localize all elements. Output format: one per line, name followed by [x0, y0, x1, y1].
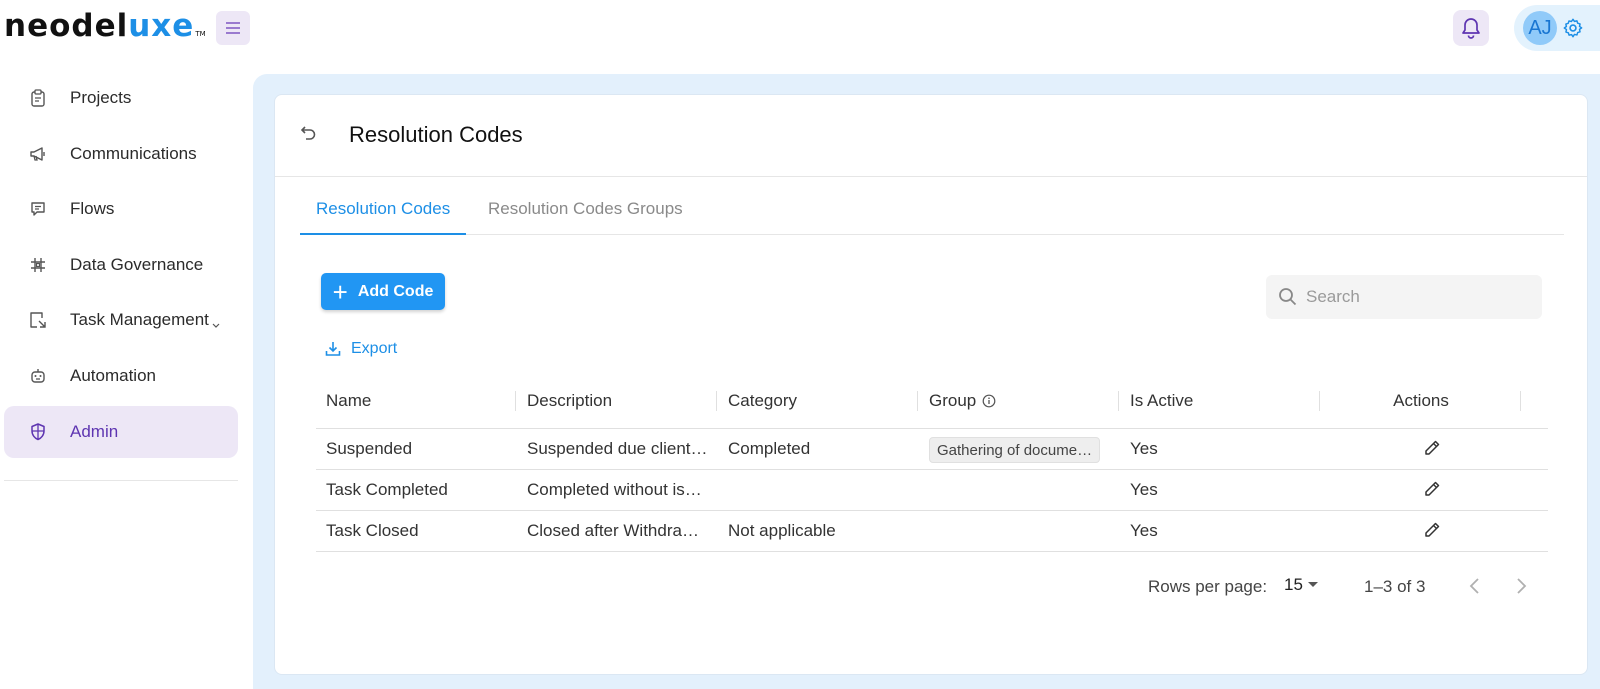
logo-text: neodel: [4, 8, 129, 44]
avatar[interactable]: AJ: [1523, 11, 1557, 45]
edit-icon[interactable]: [1423, 480, 1443, 500]
pagination: Rows per page: 15 1–3 of 3: [275, 573, 1587, 603]
search-icon: [1279, 288, 1297, 306]
chat-icon: [28, 199, 48, 219]
plus-icon: +: [332, 276, 348, 307]
chevron-right-icon: [1517, 578, 1527, 594]
caret-down-icon: [1307, 582, 1318, 587]
megaphone-icon: [28, 144, 48, 164]
sidebar-item-label: Projects: [70, 88, 132, 107]
column-header-is-active[interactable]: Is Active: [1120, 373, 1320, 429]
sidebar-item-task-management[interactable]: Task Management: [4, 294, 238, 346]
cell-name: Suspended: [326, 439, 413, 458]
cell-name: Task Closed: [326, 521, 419, 540]
gear-icon[interactable]: [1562, 17, 1584, 39]
rows-per-page-label: Rows per page:: [1148, 577, 1268, 596]
robot-icon: [28, 366, 48, 386]
resolution-codes-table: Name Description Category Group Is Activ…: [316, 373, 1548, 552]
column-header-description[interactable]: Description: [517, 373, 717, 429]
cell-category: Completed: [728, 439, 811, 458]
chevron-left-icon: [1469, 578, 1479, 594]
back-arrow-icon: [300, 126, 316, 140]
cell-name: Task Completed: [326, 480, 448, 499]
column-header-group[interactable]: Group: [919, 373, 1119, 429]
edit-icon[interactable]: [1423, 439, 1443, 459]
column-header-name[interactable]: Name: [316, 373, 516, 429]
bell-icon: [1462, 18, 1480, 39]
menu-toggle-button[interactable]: [216, 11, 250, 45]
cell-is-active: Yes: [1130, 521, 1158, 540]
cell-is-active: Yes: [1130, 480, 1158, 499]
sidebar-divider: [4, 480, 238, 481]
brand-logo[interactable]: neodel uxe TM: [4, 8, 206, 44]
sidebar-item-label: Communications: [70, 144, 197, 163]
previous-page-button[interactable]: [1469, 577, 1481, 600]
table-row[interactable]: Suspended Suspended due client… Complete…: [316, 429, 1548, 470]
cell-description: Completed without is…: [527, 480, 702, 499]
logo-text-accent: uxe: [128, 8, 195, 44]
user-menu[interactable]: AJ: [1514, 5, 1600, 51]
search-input[interactable]: [1306, 287, 1506, 307]
main-card: Resolution Codes Resolution Codes Resolu…: [274, 94, 1588, 675]
grid-icon: [28, 255, 48, 275]
info-icon: [982, 394, 996, 408]
column-header-category[interactable]: Category: [718, 373, 918, 429]
search-field[interactable]: [1266, 275, 1542, 319]
table-header: Name Description Category Group Is Activ…: [316, 373, 1548, 429]
page-range: 1–3 of 3: [1364, 577, 1426, 596]
rows-per-page-value: 15: [1284, 575, 1303, 594]
back-button[interactable]: [294, 121, 320, 147]
shield-icon: [28, 422, 48, 442]
chevron-down-icon[interactable]: [212, 314, 220, 334]
sidebar-item-label: Data Governance: [70, 255, 204, 274]
export-button[interactable]: Export: [325, 340, 397, 358]
sidebar-item-data-governance[interactable]: Data Governance: [4, 239, 238, 291]
notifications-button[interactable]: [1453, 10, 1489, 46]
tab-resolution-codes[interactable]: Resolution Codes: [300, 191, 467, 235]
next-page-button[interactable]: [1515, 577, 1527, 600]
cell-group: [923, 470, 1123, 510]
sidebar-item-admin[interactable]: Admin: [4, 406, 238, 458]
sidebar-item-projects[interactable]: Projects: [4, 72, 238, 124]
sidebar-item-label: Admin: [70, 422, 119, 441]
sidebar-item-communications[interactable]: Communications: [4, 128, 238, 180]
logo-trademark: TM: [195, 30, 206, 38]
table-row[interactable]: Task Closed Closed after Withdra… Not ap…: [316, 511, 1548, 552]
export-label: Export: [351, 340, 398, 357]
cell-is-active: Yes: [1130, 439, 1158, 458]
cell-description: Closed after Withdra…: [527, 521, 699, 540]
group-chip[interactable]: Gathering of docume…: [929, 436, 1101, 463]
sidebar-item-automation[interactable]: Automation: [4, 350, 238, 402]
task-icon: [28, 310, 48, 330]
card-header: Resolution Codes: [275, 95, 1587, 177]
add-code-button[interactable]: + Add Code: [321, 273, 445, 310]
sidebar-item-label: Task Management: [70, 310, 209, 329]
cell-group: [923, 511, 1123, 551]
cell-description: Suspended due client…: [527, 439, 707, 458]
clipboard-icon: [28, 88, 48, 108]
sidebar-item-label: Flows: [70, 199, 115, 218]
tab-resolution-codes-groups[interactable]: Resolution Codes Groups: [472, 191, 699, 235]
rows-per-page-select[interactable]: 15: [1284, 575, 1319, 595]
add-code-label: Add Code: [357, 282, 434, 300]
table-row[interactable]: Task Completed Completed without is… Yes: [316, 470, 1548, 511]
tab-bar: Resolution Codes Resolution Codes Groups: [300, 191, 1564, 235]
column-header-actions: Actions: [1321, 373, 1521, 429]
download-icon: [325, 341, 341, 357]
sidebar-item-flows[interactable]: Flows: [4, 183, 238, 235]
cell-category: [718, 470, 918, 510]
edit-icon[interactable]: [1423, 521, 1443, 541]
page-title: Resolution Codes: [349, 122, 523, 147]
cell-category: Not applicable: [728, 521, 836, 540]
cell-group: Gathering of docume…: [923, 429, 1123, 469]
sidebar-item-label: Automation: [70, 366, 156, 385]
hamburger-icon: [226, 22, 240, 34]
